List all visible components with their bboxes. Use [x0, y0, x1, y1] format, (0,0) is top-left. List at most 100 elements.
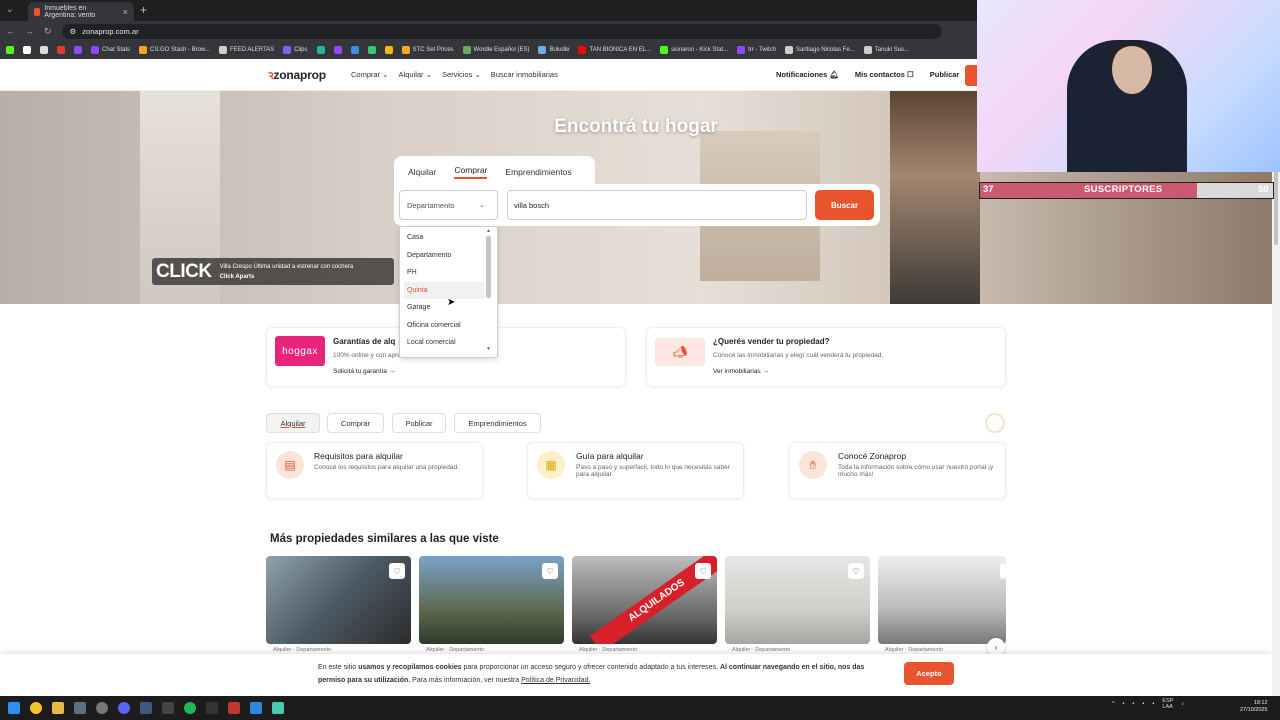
bookmark-item[interactable]: Boludle	[538, 46, 569, 54]
new-tab-icon[interactable]: +	[140, 3, 147, 17]
nav-servicios[interactable]: Servicios ⌄	[442, 70, 481, 79]
guarantee-title: Garantías de alq	[333, 337, 396, 346]
option-garage[interactable]: Garage	[407, 304, 430, 311]
user-nav: Notificaciones 🔔︎ Mis contactos ☐ Public…	[776, 70, 959, 79]
info-title: Conocé Zonaprop	[838, 451, 907, 461]
favorite-heart-icon[interactable]: ♡	[542, 563, 558, 579]
app-icon[interactable]	[162, 702, 174, 714]
bookmark-icon[interactable]	[333, 46, 342, 54]
chip-comprar[interactable]: Comprar	[327, 413, 384, 433]
zonaprop-logo[interactable]: ꝛzonaprop	[268, 66, 326, 83]
bookmark-item[interactable]: CS:GO Stash - Brow...	[139, 46, 210, 54]
sell-link[interactable]: Ver inmobiliarias →	[713, 368, 769, 375]
steam-icon[interactable]	[74, 702, 86, 714]
scroll-down-icon[interactable]: ▼	[486, 346, 491, 352]
forward-icon[interactable]: →	[25, 26, 34, 36]
file-explorer-icon[interactable]	[52, 702, 64, 714]
windows-start-icon[interactable]	[8, 702, 20, 714]
bookmark-item[interactable]: Wordle Español (ES)	[462, 46, 529, 54]
search-tabs: Alquilar Comprar Emprendimientos	[394, 156, 595, 187]
reload-icon[interactable]: ↻	[44, 26, 52, 37]
click-ad-banner[interactable]: CLICK Villa Crespo Última unidad a estre…	[152, 258, 394, 285]
document-icon: ▦	[537, 451, 565, 479]
option-departamento[interactable]: Departamento	[407, 252, 451, 259]
option-casa[interactable]: Casa	[407, 234, 423, 241]
tray-app-icon[interactable]: ▪	[1123, 701, 1125, 707]
microphone-icon[interactable]: ▪	[1143, 701, 1145, 707]
chip-publicar[interactable]: Publicar	[392, 413, 446, 433]
bookmark-icon[interactable]	[367, 46, 376, 54]
guarantee-link[interactable]: Solicitá tu garantía →	[333, 368, 395, 375]
tab-emprendimientos[interactable]: Emprendimientos	[505, 167, 571, 177]
spotify-icon[interactable]	[184, 702, 196, 714]
accept-cookies-button[interactable]: Acepto	[904, 662, 954, 685]
bookmark-item[interactable]: sionaron - Kick Stat...	[660, 46, 728, 54]
info-text: Conocé los requisitos para alquilar una …	[314, 464, 459, 471]
twitch-bookmark-icon[interactable]	[74, 46, 82, 54]
scroll-up-icon[interactable]: ▲	[486, 228, 491, 234]
language-indicator[interactable]: ESP LAA	[1162, 698, 1173, 710]
bookmark-item[interactable]: FEED ALERTAS	[219, 46, 274, 54]
property-card[interactable]	[878, 556, 1006, 644]
nav-buscar-inmobiliarias[interactable]: Buscar inmobiliarias	[491, 70, 558, 79]
favorite-heart-icon[interactable]: ♡	[848, 563, 864, 579]
back-icon[interactable]: ←	[6, 26, 15, 36]
chip-emprendimientos[interactable]: Emprendimientos	[454, 413, 541, 433]
close-tab-icon[interactable]: ×	[123, 7, 128, 17]
bookmark-icon[interactable]	[350, 46, 359, 54]
bookmark-item[interactable]: Chat Stats	[91, 46, 130, 54]
nav-comprar[interactable]: Comprar ⌄	[351, 70, 389, 79]
tray-app-icon[interactable]: ▪	[1133, 701, 1135, 707]
browser-tab[interactable]: Inmuebles en Argentina: vento ×	[28, 2, 134, 21]
similar-section-title: Más propiedades similares a las que vist…	[270, 533, 499, 545]
option-oficina-comercial[interactable]: Oficina comercial	[407, 322, 461, 329]
favorite-heart-icon[interactable]	[1000, 563, 1006, 579]
chrome-icon[interactable]	[30, 702, 42, 714]
tab-search-icon[interactable]: ⌄	[6, 4, 14, 15]
subscriber-current: 37	[983, 184, 994, 195]
notifications-link[interactable]: Notificaciones 🔔︎	[776, 70, 839, 79]
taskbar-clock[interactable]: 18:12 27/10/2025	[1240, 700, 1268, 714]
app-icon[interactable]	[140, 702, 152, 714]
site-info-icon[interactable]: ⚙	[70, 27, 77, 36]
bookmark-icon[interactable]	[57, 46, 65, 54]
bookmark-item[interactable]: Clips	[283, 46, 308, 54]
obs-icon[interactable]	[96, 702, 108, 714]
tray-app-icon[interactable]: ▪	[1152, 701, 1154, 707]
favorite-heart-icon[interactable]: ♡	[695, 563, 711, 579]
info-text: Paso a paso y superfacil, todo lo que ne…	[576, 464, 730, 478]
bookmark-icon[interactable]	[316, 46, 325, 54]
location-input[interactable]: villa bosch	[507, 190, 807, 220]
bookmark-item[interactable]: Tanuki Sus...	[863, 46, 909, 54]
app-icon[interactable]	[206, 702, 218, 714]
tab-alquilar[interactable]: Alquilar	[408, 167, 436, 177]
kick-bookmark-icon[interactable]	[6, 46, 14, 54]
option-local-comercial[interactable]: Local comercial	[407, 339, 456, 346]
nav-alquilar[interactable]: Alquilar ⌄	[399, 70, 432, 79]
app-icon[interactable]	[228, 702, 240, 714]
bookmark-item[interactable]: trr - Twitch	[737, 46, 776, 54]
privacy-policy-link[interactable]: Política de Privacidad.	[521, 677, 590, 684]
bookmark-icon[interactable]	[40, 46, 48, 54]
bookmark-icon[interactable]	[384, 46, 393, 54]
dropdown-scrollbar[interactable]	[486, 236, 491, 298]
bookmark-item[interactable]: Santiago Nicolas Fe...	[784, 46, 855, 54]
option-ph[interactable]: PH	[407, 269, 417, 276]
publish-link[interactable]: Publicar	[930, 70, 960, 79]
speaker-icon[interactable]: ♪	[1181, 701, 1184, 707]
bookmark-item[interactable]: TAN BIONICA EN EL...	[578, 46, 651, 54]
tab-comprar[interactable]: Comprar	[454, 165, 488, 179]
app-icon[interactable]	[250, 702, 262, 714]
url-field[interactable]: ⚙ zonaprop.com.ar	[61, 23, 942, 39]
app-icon[interactable]	[272, 702, 284, 714]
chip-alquilar[interactable]: Alquilar	[266, 413, 320, 433]
option-quinta[interactable]: Quinta	[407, 287, 428, 294]
favorite-heart-icon[interactable]: ♡	[389, 563, 405, 579]
contacts-link[interactable]: Mis contactos ☐	[855, 70, 914, 79]
property-type-select[interactable]: Departamento ⌄	[399, 190, 498, 220]
search-button[interactable]: Buscar	[815, 190, 874, 220]
tray-chevron-icon[interactable]: ^	[1112, 701, 1115, 707]
bookmark-item[interactable]: STC Set Prices	[401, 46, 454, 54]
bookmark-icon[interactable]	[23, 46, 31, 54]
discord-icon[interactable]	[118, 702, 130, 714]
